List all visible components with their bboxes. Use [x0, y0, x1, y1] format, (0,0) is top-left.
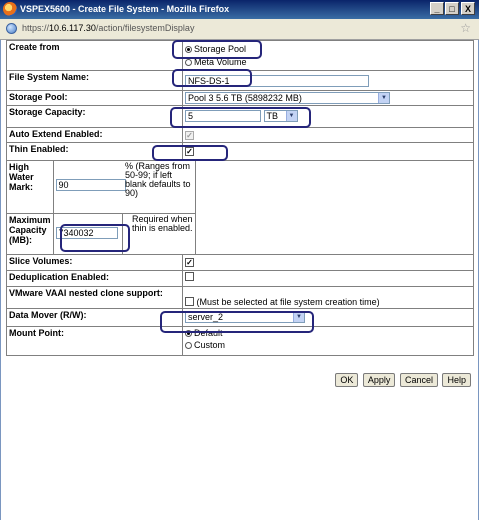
capacity-unit-select[interactable]: TB ▼ [263, 110, 298, 122]
create-from-label: Create from [6, 40, 183, 71]
cancel-button[interactable]: Cancel [399, 373, 438, 387]
data-mover-select[interactable]: server_2 ▼ [185, 311, 305, 323]
vaai-label: VMware VAAI nested clone support: [6, 286, 183, 309]
mount-default-option-label: Default [194, 328, 223, 338]
dedup-checkbox[interactable] [185, 272, 194, 281]
max-capacity-input[interactable]: 7340032 [55, 226, 118, 239]
mount-custom-option-label: Custom [194, 340, 226, 350]
slice-volumes-label: Slice Volumes: [6, 254, 183, 271]
mount-default-radio[interactable] [185, 330, 192, 337]
ok-button[interactable]: OK [335, 373, 359, 387]
meta-volume-option-label: Meta Volume [194, 57, 247, 67]
auto-extend-label: Auto Extend Enabled: [6, 127, 183, 143]
dialog-button-bar: OK Apply Cancel Help [333, 373, 471, 387]
vaai-note: (Must be selected at file system creatio… [196, 297, 380, 307]
fs-name-input[interactable]: NFS-DS-1 [185, 75, 369, 87]
dedup-label: Deduplication Enabled: [6, 270, 183, 287]
slice-volumes-checkbox[interactable]: ✓ [185, 258, 194, 267]
apply-button[interactable]: Apply [362, 373, 396, 387]
firefox-icon [3, 2, 17, 16]
fs-name-label: File System Name: [6, 70, 183, 91]
auto-extend-checkbox[interactable]: ✓ [185, 131, 194, 140]
storage-pool-select[interactable]: Pool 3 5.6 TB (5898232 MB) ▼ [185, 92, 390, 104]
address-bar[interactable]: https://10.6.117.30/action/filesystemDis… [0, 19, 479, 40]
storage-pool-label: Storage Pool: [6, 90, 183, 106]
high-water-mark-label: High Water Mark: [7, 161, 54, 214]
high-water-mark-input[interactable]: 90 [55, 179, 126, 191]
create-fs-form: Create from Storage Pool Meta Volume Fil… [6, 40, 474, 356]
storage-capacity-input[interactable]: 5 [185, 110, 261, 122]
window-title: VSPEX5600 - Create File System - Mozilla… [20, 4, 230, 14]
maximize-button[interactable]: □ [445, 2, 459, 15]
thin-enabled-label: Thin Enabled: [6, 142, 183, 161]
vaai-checkbox[interactable] [185, 297, 194, 306]
chevron-down-icon: ▼ [285, 111, 297, 121]
chevron-down-icon: ▼ [293, 312, 304, 322]
max-capacity-label: Maximum Capacity (MB): [7, 212, 54, 254]
chevron-down-icon: ▼ [378, 93, 389, 103]
high-water-mark-hint: % (Ranges from 50-99; if left blank defa… [122, 161, 196, 214]
storage-capacity-label: Storage Capacity: [6, 105, 183, 128]
url-text[interactable]: https://10.6.117.30/action/filesystemDis… [22, 23, 194, 33]
bookmark-star-icon[interactable]: ☆ [460, 21, 471, 35]
site-identity-icon[interactable] [6, 23, 17, 34]
thin-settings-table: High Water Mark: 90 % (Ranges from 50-99… [7, 161, 196, 254]
storage-pool-option-label: Storage Pool [194, 44, 247, 54]
max-capacity-hint: Required when thin is enabled. [121, 212, 196, 254]
mount-custom-radio[interactable] [185, 342, 192, 349]
close-button[interactable]: X [461, 2, 475, 15]
storage-pool-radio[interactable] [185, 46, 192, 53]
data-mover-label: Data Mover (R/W): [6, 308, 183, 327]
thin-enabled-checkbox[interactable]: ✓ [185, 147, 194, 156]
mount-point-label: Mount Point: [6, 326, 183, 356]
page-content: Create from Storage Pool Meta Volume Fil… [0, 40, 479, 520]
meta-volume-radio[interactable] [185, 59, 192, 66]
minimize-button[interactable]: _ [430, 2, 444, 15]
help-button[interactable]: Help [442, 373, 471, 387]
window-titlebar: VSPEX5600 - Create File System - Mozilla… [0, 0, 479, 19]
